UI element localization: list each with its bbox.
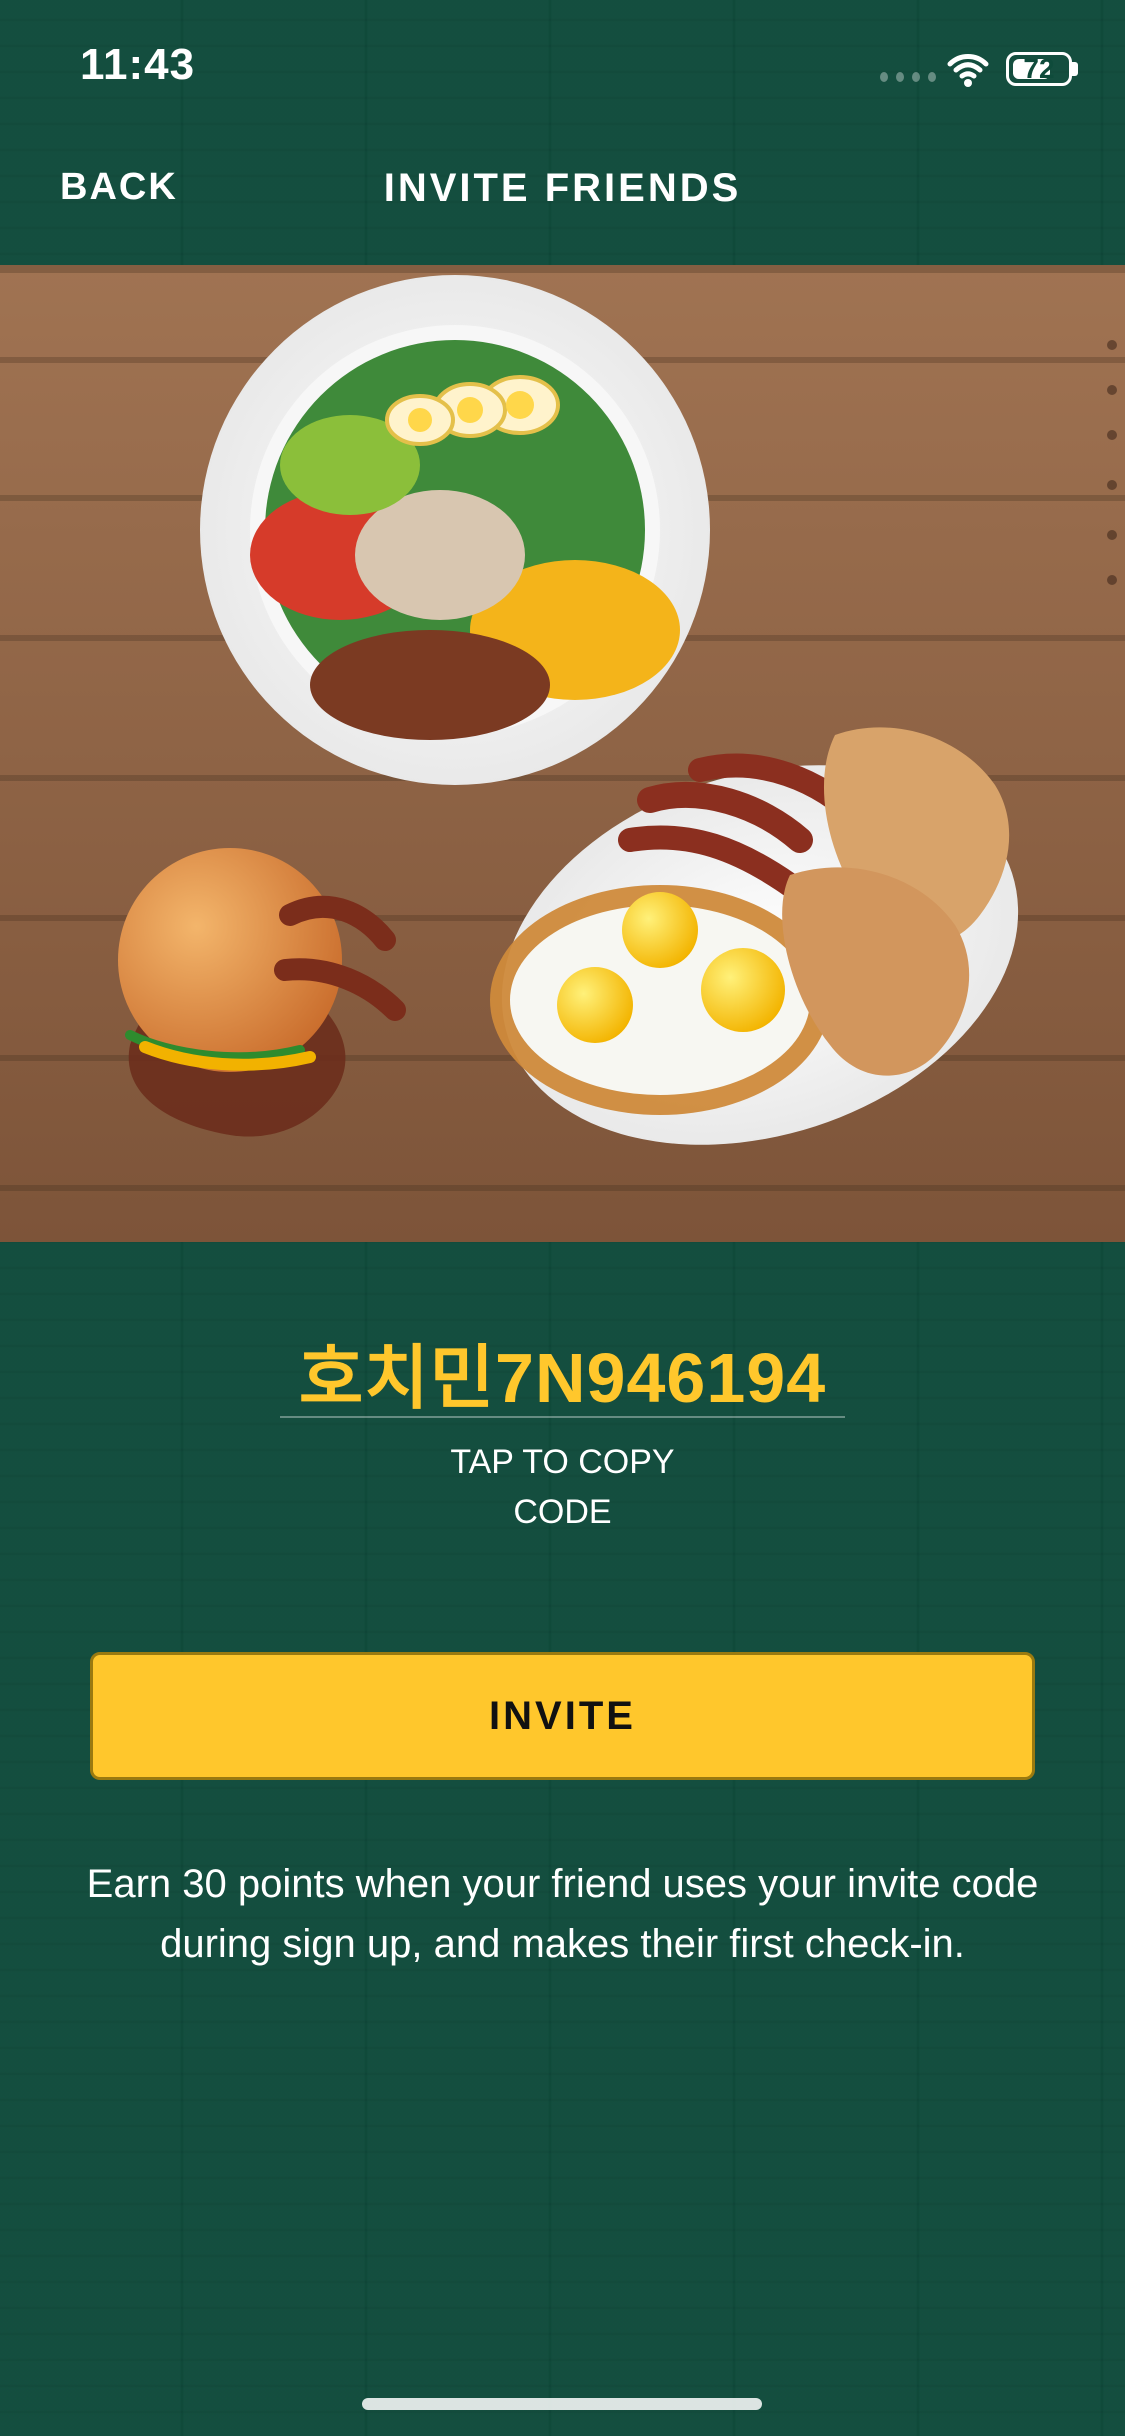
tap-to-copy-line-1: TAP TO COPY (450, 1443, 675, 1481)
home-indicator (362, 2398, 762, 2410)
status-bar: 11:43 72 (0, 0, 1125, 130)
tap-to-copy-line-2: CODE (513, 1493, 612, 1531)
invite-code[interactable]: 호치민7N946194 (0, 1322, 1125, 1423)
status-time: 11:43 (80, 40, 196, 89)
invite-section: 호치민7N946194 TAP TO COPY CODE INVITE Earn… (0, 1242, 1125, 2436)
nav-header: BACK INVITE FRIENDS (0, 130, 1125, 260)
wifi-icon (947, 54, 989, 87)
signal-dots-icon (880, 72, 936, 82)
food-spread-illustration (0, 265, 1125, 1242)
page-title: INVITE FRIENDS (383, 166, 742, 210)
salad-bowl (200, 275, 710, 785)
earn-points-text: Earn 30 points when your friend uses you… (86, 1862, 1039, 1966)
invite-code-underline (280, 1416, 845, 1418)
invite-button[interactable]: INVITE (90, 1652, 1035, 1780)
battery-nub (1072, 62, 1078, 76)
tap-to-copy[interactable]: TAP TO COPY CODE (0, 1437, 1125, 1537)
battery-icon: 72 (1006, 52, 1072, 86)
food-spread-image (0, 265, 1125, 1242)
battery-percent: 72 (1023, 53, 1055, 84)
